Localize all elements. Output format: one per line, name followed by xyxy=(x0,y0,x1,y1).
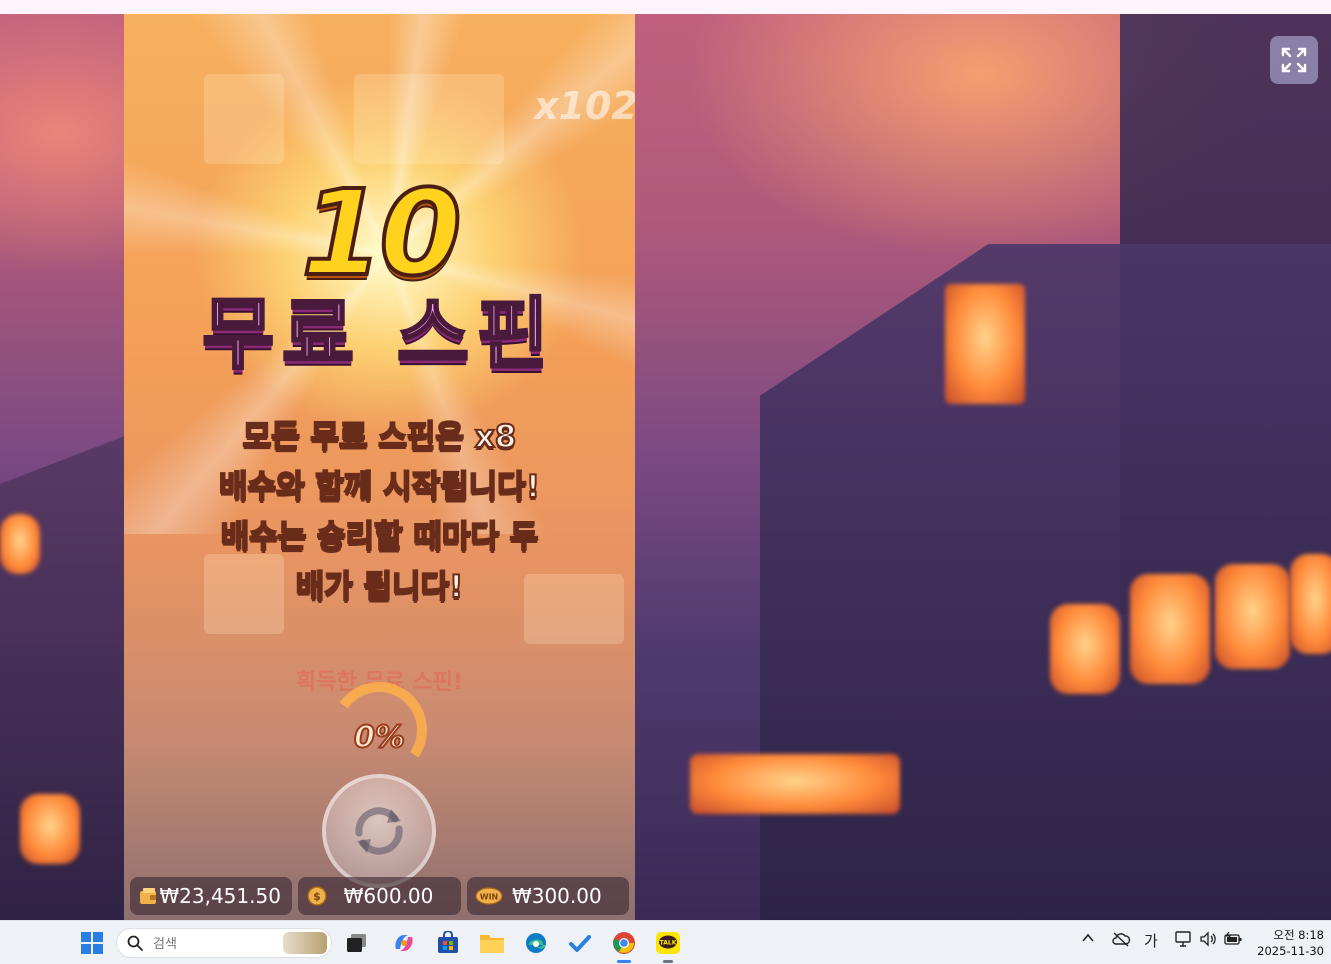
free-spin-title: 무료 스핀 xyxy=(201,290,557,380)
edge-browser-icon xyxy=(526,933,546,953)
show-hidden-icons-button[interactable] xyxy=(1081,931,1095,949)
coin-stack-icon: $ xyxy=(307,886,328,906)
free-spin-description: 모든 무료 스핀은 x8 배수와 함께 시작됩니다! 배수는 승리할 때마다 두… xyxy=(154,412,605,612)
ime-language-indicator[interactable]: 가 xyxy=(1144,930,1158,951)
background-lantern xyxy=(1290,554,1331,654)
edge-button[interactable] xyxy=(522,929,550,957)
windows-taskbar: TALK 가 오전 8:18 xyxy=(0,920,1331,964)
fullscreen-icon xyxy=(1281,47,1307,73)
network-icon xyxy=(1175,931,1191,947)
background-lantern xyxy=(1050,604,1120,694)
speaker-icon xyxy=(1200,931,1216,947)
stat-bar: ₩23,451.50 $ ₩600.00 WIN ₩300.00 xyxy=(130,877,629,915)
fullscreen-button[interactable] xyxy=(1270,36,1318,84)
kakaotalk-button[interactable]: TALK xyxy=(654,929,682,963)
refresh-icon xyxy=(355,807,403,855)
system-clock[interactable]: 오전 8:18 2025-11-30 xyxy=(1252,927,1324,959)
chrome-browser-icon xyxy=(613,932,635,954)
background-lantern xyxy=(1130,574,1210,684)
balance-display: ₩23,451.50 xyxy=(130,877,293,915)
start-button[interactable] xyxy=(78,929,106,957)
volume-control[interactable] xyxy=(1199,931,1217,951)
loading-progress-text: 0% xyxy=(353,719,406,756)
background-lantern xyxy=(0,514,40,574)
spin-button[interactable] xyxy=(322,774,436,888)
kakaotalk-label: TALK xyxy=(660,940,677,947)
search-input[interactable] xyxy=(151,933,275,955)
task-view-icon xyxy=(347,934,366,952)
description-line: 배가 됩니다! xyxy=(295,568,465,606)
todo-button[interactable] xyxy=(566,929,594,957)
chevron-up-icon xyxy=(1082,933,1094,942)
clock-date: 2025-11-30 xyxy=(1257,944,1324,958)
browser-top-strip xyxy=(0,0,1331,14)
taskbar-search[interactable] xyxy=(116,928,332,958)
background-lantern xyxy=(945,284,1025,404)
description-line: 배수와 함께 시작됩니다! xyxy=(218,468,541,506)
store-button[interactable] xyxy=(434,929,462,957)
checkmark-icon xyxy=(569,935,591,952)
folder-icon xyxy=(480,935,504,953)
svg-text:$: $ xyxy=(314,890,322,903)
background-lantern xyxy=(690,754,900,814)
win-display: WIN ₩300.00 xyxy=(466,877,629,915)
copilot-button[interactable] xyxy=(390,929,418,957)
copilot-icon xyxy=(395,935,413,951)
network-status[interactable] xyxy=(1175,931,1193,951)
task-view-button[interactable] xyxy=(343,929,371,957)
cloud-off-icon xyxy=(1112,932,1131,947)
bet-display[interactable]: $ ₩600.00 xyxy=(298,877,461,915)
clock-time: 오전 8:18 xyxy=(1273,928,1324,942)
background-lantern xyxy=(20,794,80,864)
description-line: 배수는 승리할 때마다 두 xyxy=(220,518,540,556)
search-icon xyxy=(127,935,143,951)
kakaotalk-icon: TALK xyxy=(656,932,680,954)
file-explorer-button[interactable] xyxy=(478,929,506,957)
chrome-button[interactable] xyxy=(610,929,638,963)
windows-logo-icon xyxy=(81,932,103,954)
search-highlight-image xyxy=(283,932,327,954)
battery-status[interactable] xyxy=(1223,931,1243,951)
win-icon-text: WIN xyxy=(479,893,498,902)
battery-icon xyxy=(1224,931,1242,945)
wallet-icon xyxy=(140,888,156,904)
description-line: 모든 무료 스핀은 x8 xyxy=(242,418,518,456)
free-spin-count: 10 xyxy=(299,164,463,302)
slot-game-area[interactable]: x1024 10 무료 스핀 모든 무료 스핀은 x8 배수와 함께 시작됩니다… xyxy=(124,14,635,920)
onedrive-status[interactable] xyxy=(1111,931,1131,951)
background-lantern xyxy=(1215,564,1290,669)
win-badge-icon: WIN xyxy=(475,887,503,905)
microsoft-store-icon xyxy=(438,931,458,953)
